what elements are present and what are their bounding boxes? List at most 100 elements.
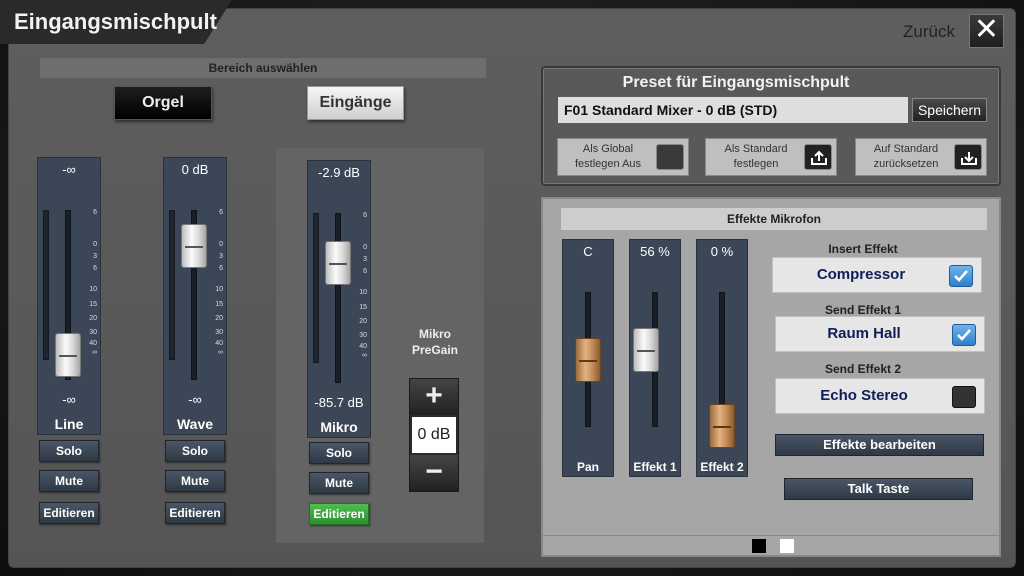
effect-strip-effekt2: 0 % Effekt 2 [696, 239, 748, 477]
fader-knob-wave[interactable] [181, 224, 207, 268]
mute-button-mikro[interactable]: Mute [309, 472, 369, 494]
fader-scale-label: 40 [89, 340, 97, 347]
effects-divider [543, 535, 999, 536]
preset-name-field[interactable]: F01 Standard Mixer - 0 dB (STD) [558, 97, 908, 123]
fader-scale-label: 10 [359, 289, 367, 296]
channel-bottom-value: -85.7 dB [314, 395, 364, 410]
reset-standard-label-line2: zurücksetzen [873, 158, 939, 170]
send-effect2-checkbox[interactable] [952, 386, 976, 408]
set-global-option[interactable]: Als Global festlegen Aus [557, 138, 689, 176]
effekt1-knob[interactable] [633, 328, 659, 372]
reset-standard-label-line1: Auf Standard [873, 143, 939, 155]
talk-button[interactable]: Talk Taste [784, 478, 973, 500]
solo-button-mikro[interactable]: Solo [309, 442, 369, 464]
send-effect1-label: Send Effekt 1 [824, 303, 902, 317]
fader-knob-mikro[interactable] [325, 241, 351, 285]
channel-top-value: 0 dB [181, 162, 209, 177]
pregain-plus-button[interactable]: + [410, 379, 458, 415]
effect-value: 0 % [710, 244, 734, 259]
channel-strip-wave: 0 dB -∞ Wave [163, 157, 227, 435]
fader-scale-label: 10 [89, 286, 97, 293]
fader-scale-label: 30 [359, 332, 367, 339]
download-icon[interactable] [954, 144, 982, 170]
set-global-label-line1: Als Global [582, 143, 634, 155]
page-indicator-2[interactable] [780, 539, 794, 553]
pregain-label-line1: Mikro [418, 327, 451, 341]
channel-top-value: -∞ [62, 162, 76, 177]
channel-name: Line [54, 416, 84, 432]
check-icon [957, 329, 971, 341]
fader-scale-label: 3 [93, 253, 97, 260]
solo-button-line[interactable]: Solo [39, 440, 99, 462]
channel-top-value: -2.9 dB [318, 165, 360, 180]
fader-scale-label: 6 [219, 265, 223, 272]
effekt2-knob[interactable] [709, 404, 735, 448]
fader-scale-label: 40 [215, 340, 223, 347]
save-button[interactable]: Speichern [912, 98, 987, 122]
set-standard-label-line1: Als Standard [724, 143, 788, 155]
check-icon [954, 270, 968, 282]
mute-button-line[interactable]: Mute [39, 470, 99, 492]
channel-bottom-value: -∞ [62, 392, 76, 407]
send-effect1-name: Raum Hall [827, 325, 901, 342]
fader-scale-label: 0 [219, 241, 223, 248]
reset-standard-option[interactable]: Auf Standard zurücksetzen [855, 138, 987, 176]
insert-effect-name: Compressor [816, 266, 906, 283]
preset-panel: Preset für Eingangsmischpult F01 Standar… [541, 66, 1001, 186]
fader-scale-label: 20 [359, 318, 367, 325]
fader-scale-label: 0 [363, 244, 367, 251]
pregain-minus-button[interactable]: − [410, 455, 458, 491]
fader-scale-label: 0 [93, 241, 97, 248]
orgel-button[interactable]: Orgel [114, 86, 212, 120]
edit-button-wave[interactable]: Editieren [165, 502, 225, 524]
effects-panel: Effekte Mikrofon C Pan 56 % Effekt 1 0 %… [541, 197, 1001, 557]
close-button[interactable]: ✕ [969, 14, 1004, 48]
fader-scale-label: 30 [89, 329, 97, 336]
edit-effects-button[interactable]: Effekte bearbeiten [775, 434, 984, 456]
effect-name: Effekt 2 [700, 460, 744, 474]
page-title: Eingangsmischpult [14, 9, 217, 34]
send-effect1-checkbox[interactable] [952, 324, 976, 346]
set-global-label-line2: festlegen Aus [574, 158, 642, 170]
fader-scale-label: ∞ [218, 349, 223, 356]
pregain-label: Mikro PreGain [400, 326, 470, 358]
effects-header: Effekte Mikrofon [561, 208, 987, 230]
send-effect2-name: Echo Stereo [820, 387, 908, 404]
insert-effect-slot[interactable]: Compressor [772, 257, 982, 293]
fader-scale-label: 15 [359, 304, 367, 311]
set-standard-option[interactable]: Als Standard festlegen [705, 138, 837, 176]
edit-button-line[interactable]: Editieren [39, 502, 99, 524]
effect-value: C [583, 244, 593, 259]
fader-scale-label: 10 [215, 286, 223, 293]
page-indicator-1[interactable] [752, 539, 766, 553]
send-effect1-slot[interactable]: Raum Hall [775, 316, 985, 352]
back-label[interactable]: Zurück [903, 22, 955, 42]
eingaenge-button[interactable]: Eingänge [307, 86, 404, 120]
checkbox-empty-icon[interactable] [656, 144, 684, 170]
set-standard-label: Als Standard festlegen [712, 142, 800, 172]
effect-strip-pan: C Pan [562, 239, 614, 477]
effect-value: 56 % [640, 244, 670, 259]
fader-scale-label: 6 [219, 209, 223, 216]
pregain-stepper: + 0 dB − [409, 378, 459, 492]
effect-name: Effekt 1 [633, 460, 677, 474]
area-select-header: Bereich auswählen [40, 58, 486, 78]
channel-strip-mikro: -2.9 dB -85.7 dB Mikro [307, 160, 371, 438]
upload-icon[interactable] [804, 144, 832, 170]
edit-button-mikro[interactable]: Editieren [309, 503, 369, 525]
insert-effect-label: Insert Effekt [828, 242, 898, 256]
fader-scale-label: 6 [93, 265, 97, 272]
fader-scale-label: 30 [215, 329, 223, 336]
fader-scale-label: 6 [363, 212, 367, 219]
fader-track [335, 213, 341, 383]
fader-scale-label: ∞ [362, 352, 367, 359]
pregain-value: 0 dB [412, 417, 456, 453]
mute-button-wave[interactable]: Mute [165, 470, 225, 492]
fader-scale-label: 6 [363, 268, 367, 275]
insert-effect-checkbox[interactable] [949, 265, 973, 287]
solo-button-wave[interactable]: Solo [165, 440, 225, 462]
fader-knob-line[interactable] [55, 333, 81, 377]
send-effect2-slot[interactable]: Echo Stereo [775, 378, 985, 414]
channel-name: Mikro [320, 419, 358, 435]
pan-knob[interactable] [575, 338, 601, 382]
